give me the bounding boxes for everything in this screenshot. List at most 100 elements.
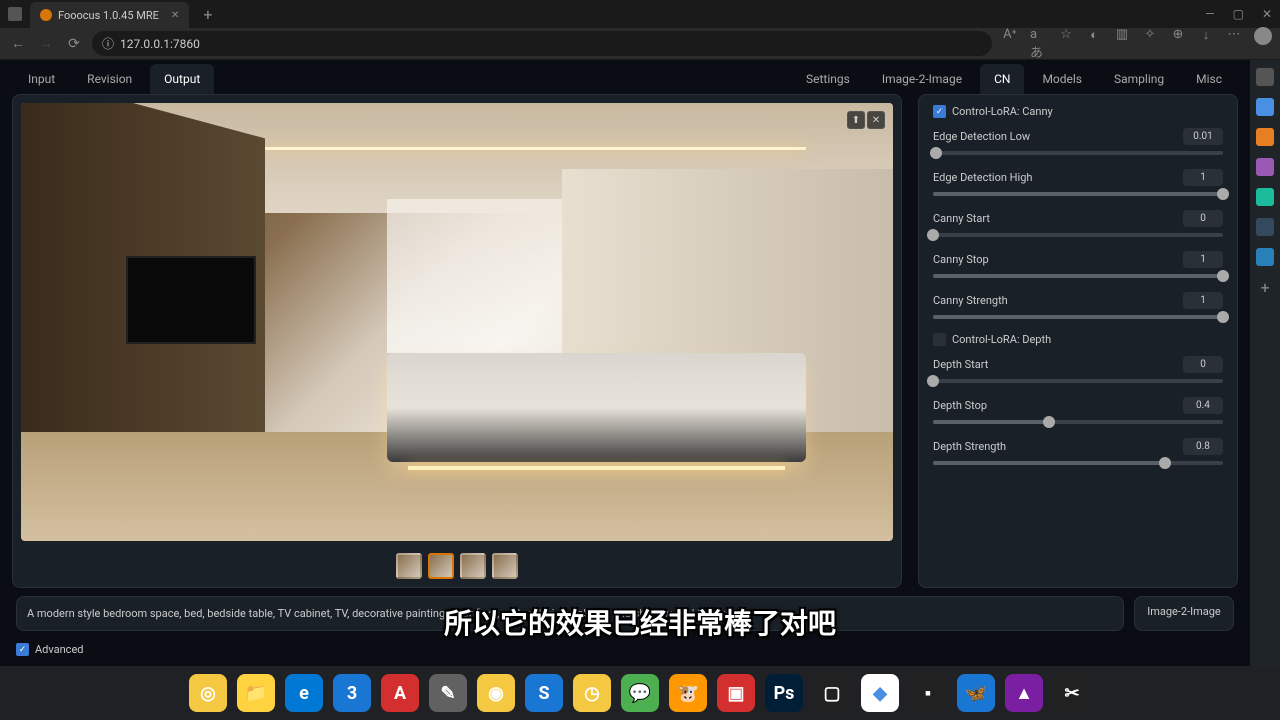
dock-app-icon[interactable]: Ps: [765, 674, 803, 712]
canny-slider: Edge Detection Low 0.01: [933, 128, 1223, 155]
tab-output[interactable]: Output: [150, 64, 214, 94]
url-field[interactable]: ⓘ 127.0.0.1:7860: [92, 31, 992, 56]
address-bar: ← → ⟳ ⓘ 127.0.0.1:7860 A⁺ aあ ☆ ◐ ▥ ✧ ⊕ ↓…: [0, 28, 1280, 60]
dock-app-icon[interactable]: A: [381, 674, 419, 712]
back-button[interactable]: ←: [8, 34, 28, 54]
sidebar-app-icon[interactable]: [1256, 128, 1274, 146]
site-info-icon[interactable]: ⓘ: [102, 35, 114, 52]
forward-button[interactable]: →: [36, 34, 56, 54]
dock-app-icon[interactable]: e: [285, 674, 323, 712]
advanced-row[interactable]: ✓ Advanced: [4, 639, 1246, 664]
output-image-panel: ⬆ ✕: [12, 94, 902, 588]
tab-models[interactable]: Models: [1028, 64, 1096, 94]
collections-icon[interactable]: ▥: [1114, 27, 1130, 61]
dock-app-icon[interactable]: ✂: [1053, 674, 1091, 712]
dock-app-icon[interactable]: 🦋: [957, 674, 995, 712]
sidebar-app-icon[interactable]: [1256, 98, 1274, 116]
slider-track[interactable]: [933, 233, 1223, 237]
downloads-icon[interactable]: ↓: [1198, 27, 1214, 61]
canny-checkbox-row[interactable]: ✓ Control-LoRA: Canny: [933, 105, 1223, 118]
dock-app-icon[interactable]: ▢: [813, 674, 851, 712]
tab-input[interactable]: Input: [14, 64, 69, 94]
favorite-icon[interactable]: ☆: [1058, 27, 1074, 61]
canny-slider: Canny Stop1: [933, 251, 1223, 278]
dock-app-icon[interactable]: 📁: [237, 674, 275, 712]
tab-image2image[interactable]: Image-2-Image: [868, 64, 976, 94]
thumbnail[interactable]: [460, 553, 486, 579]
tab-sampling[interactable]: Sampling: [1100, 64, 1178, 94]
sidebar-app-icon[interactable]: [1256, 248, 1274, 266]
taskbar-dock: ◎ 📁 e3A ✎ ◉ S ◷ 💬 🐮 ▣ Ps ▢ ◆ ▪ 🦋 ▲ ✂: [179, 670, 1101, 716]
dock-app-icon[interactable]: ▪: [909, 674, 947, 712]
extensions-icon[interactable]: ⊕: [1170, 27, 1186, 61]
tab-close-icon[interactable]: ✕: [171, 10, 179, 21]
slider-track[interactable]: [933, 274, 1223, 278]
dock-app-icon[interactable]: ✎: [429, 674, 467, 712]
url-text: 127.0.0.1:7860: [120, 37, 200, 51]
dock-app-icon[interactable]: 💬: [621, 674, 659, 712]
slider-value[interactable]: 0.8: [1183, 438, 1223, 455]
minimize-button[interactable]: —: [1205, 7, 1214, 21]
close-button[interactable]: ✕: [1262, 7, 1272, 21]
sidebar-app-icon[interactable]: [1256, 158, 1274, 176]
advanced-label: Advanced: [35, 643, 83, 656]
output-image[interactable]: ⬆ ✕: [21, 103, 893, 541]
slider-track[interactable]: [933, 420, 1223, 424]
slider-track[interactable]: [933, 192, 1223, 196]
reader-icon[interactable]: A⁺: [1002, 27, 1018, 61]
slider-label: Edge Detection Low: [933, 130, 1030, 143]
image-2-image-box[interactable]: Image-2-Image: [1134, 596, 1234, 631]
sidebar-app-icon[interactable]: [1256, 68, 1274, 86]
dock-app-icon[interactable]: ◉: [477, 674, 515, 712]
slider-value[interactable]: 0: [1183, 210, 1223, 227]
dock-app-icon[interactable]: ▲: [1005, 674, 1043, 712]
depth-slider: Depth Stop 0.4: [933, 397, 1223, 424]
image-close-button[interactable]: ✕: [867, 111, 885, 129]
slider-track[interactable]: [933, 379, 1223, 383]
sidebar-app-icon[interactable]: [1256, 188, 1274, 206]
dock-app-icon[interactable]: ◷: [573, 674, 611, 712]
image-upload-button[interactable]: ⬆: [847, 111, 865, 129]
slider-value[interactable]: 1: [1183, 169, 1223, 186]
reload-button[interactable]: ⟳: [64, 34, 84, 54]
sidebar-app-icon[interactable]: [1256, 218, 1274, 236]
translate-icon[interactable]: aあ: [1030, 27, 1046, 61]
slider-value[interactable]: 0.4: [1183, 397, 1223, 414]
slider-track[interactable]: [933, 151, 1223, 155]
tab-revision[interactable]: Revision: [73, 64, 146, 94]
favorites-bar-icon[interactable]: ✧: [1142, 27, 1158, 61]
slider-label: Canny Start: [933, 212, 990, 225]
dock-app-icon[interactable]: S: [525, 674, 563, 712]
thumbnail[interactable]: [492, 553, 518, 579]
browser-tab[interactable]: Fooocus 1.0.45 MRE ✕: [30, 2, 189, 28]
slider-label: Depth Stop: [933, 399, 987, 412]
extension-icon[interactable]: ◐: [1086, 27, 1102, 61]
tab-settings[interactable]: Settings: [792, 64, 864, 94]
slider-track[interactable]: [933, 315, 1223, 319]
depth-checkbox[interactable]: [933, 333, 946, 346]
tab-misc[interactable]: Misc: [1182, 64, 1236, 94]
slider-track[interactable]: [933, 461, 1223, 465]
slider-value[interactable]: 1: [1183, 292, 1223, 309]
slider-value[interactable]: 0.01: [1183, 128, 1223, 145]
tab-cn[interactable]: CN: [980, 64, 1024, 94]
depth-checkbox-row[interactable]: Control-LoRA: Depth: [933, 333, 1223, 346]
tab-title: Fooocus 1.0.45 MRE: [58, 9, 159, 22]
advanced-checkbox[interactable]: ✓: [16, 643, 29, 656]
dock-app-icon[interactable]: ▣: [717, 674, 755, 712]
maximize-button[interactable]: ▢: [1233, 7, 1244, 21]
slider-value[interactable]: 0: [1183, 356, 1223, 373]
dock-app-icon[interactable]: 🐮: [669, 674, 707, 712]
dock-app-icon[interactable]: ◎: [189, 674, 227, 712]
dock-app-icon[interactable]: ◆: [861, 674, 899, 712]
canny-label: Control-LoRA: Canny: [952, 105, 1053, 118]
canny-checkbox[interactable]: ✓: [933, 105, 946, 118]
profile-icon[interactable]: [1254, 27, 1272, 45]
dock-app-icon[interactable]: 3: [333, 674, 371, 712]
sidebar-add-button[interactable]: +: [1260, 278, 1269, 297]
settings-icon[interactable]: ⋯: [1226, 27, 1242, 61]
thumbnail[interactable]: [428, 553, 454, 579]
thumbnail[interactable]: [396, 553, 422, 579]
slider-value[interactable]: 1: [1183, 251, 1223, 268]
new-tab-button[interactable]: +: [203, 5, 212, 24]
